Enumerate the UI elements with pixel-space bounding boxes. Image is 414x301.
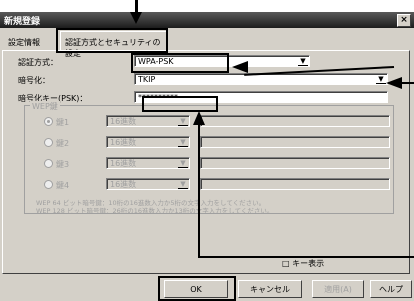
wep-key1-radio[interactable] xyxy=(44,117,53,126)
wep-key3-format-select[interactable]: 16進数 ▼ xyxy=(106,157,190,169)
wep-key2-format-select[interactable]: 16進数 ▼ xyxy=(106,136,190,148)
wep-key3-label: 鍵3 xyxy=(56,160,70,169)
help-button[interactable]: ヘルプ xyxy=(370,280,412,298)
wep-key4-format-value: 16進数 xyxy=(110,180,137,189)
wep-group-label: WEP鍵 xyxy=(30,101,60,112)
psk-arrow-horizontal-line xyxy=(198,256,414,258)
tab-settings-info[interactable]: 設定情報 xyxy=(2,34,61,50)
wep-key2-radio[interactable] xyxy=(44,138,53,147)
wep-key1-input[interactable] xyxy=(200,115,390,127)
cancel-button[interactable]: キャンセル xyxy=(238,280,302,298)
dialog-title: 新規登録 xyxy=(4,17,41,27)
wep-key3-input[interactable] xyxy=(200,157,390,169)
encryption-value: TKIP xyxy=(138,75,156,84)
close-button[interactable]: × xyxy=(397,14,411,27)
wep-key2-input[interactable] xyxy=(200,136,390,148)
tab-highlight-box xyxy=(56,28,168,53)
wep-key1-format-select[interactable]: 16進数 ▼ xyxy=(106,115,190,127)
chevron-down-icon: ▼ xyxy=(376,75,386,84)
wep-key4-input[interactable] xyxy=(200,178,390,190)
wep-key4-radio[interactable] xyxy=(44,180,53,189)
chevron-down-icon: ▼ xyxy=(178,117,188,126)
wep-note-128: WEP 128 ビット暗号鍵：26桁の16進数入力か13桁の文字入力をしてくださ… xyxy=(36,207,274,215)
left-arrow-icon xyxy=(386,77,402,89)
wep-key3-format-value: 16進数 xyxy=(110,159,137,168)
chevron-down-icon: ▼ xyxy=(178,138,188,147)
auth-method-label: 認証方式： xyxy=(18,58,58,67)
tab-settings-info-label: 設定情報 xyxy=(8,38,40,47)
wep-key2-format-value: 16進数 xyxy=(110,138,137,147)
wep-key3-radio[interactable] xyxy=(44,159,53,168)
wep-key2-label: 鍵2 xyxy=(56,139,70,148)
down-arrow-icon xyxy=(130,12,142,24)
title-bar: 新規登録 × xyxy=(0,12,414,28)
apply-button[interactable]: 適用(A) xyxy=(312,280,364,298)
psk-key-highlight-box xyxy=(142,96,218,112)
chevron-down-icon: ▼ xyxy=(178,159,188,168)
wep-key4-format-select[interactable]: 16進数 ▼ xyxy=(106,178,190,190)
left-arrow-icon xyxy=(232,61,248,73)
encryption-label: 暗号化： xyxy=(18,76,50,85)
wep-key1-label: 鍵1 xyxy=(56,118,70,127)
wep-key4-label: 鍵4 xyxy=(56,181,70,190)
up-arrow-icon xyxy=(193,111,205,125)
show-key-label: キー表示 xyxy=(292,259,325,268)
chevron-down-icon: ▼ xyxy=(178,180,188,189)
show-key-checkbox[interactable]: □ キー表示 xyxy=(282,258,324,269)
ok-button-highlight-box xyxy=(158,276,236,301)
chevron-down-icon: ▼ xyxy=(298,57,308,66)
psk-arrow-vertical-line xyxy=(198,124,200,257)
auth-method-highlight-box xyxy=(131,53,229,73)
wep-key1-format-value: 16進数 xyxy=(110,117,137,126)
